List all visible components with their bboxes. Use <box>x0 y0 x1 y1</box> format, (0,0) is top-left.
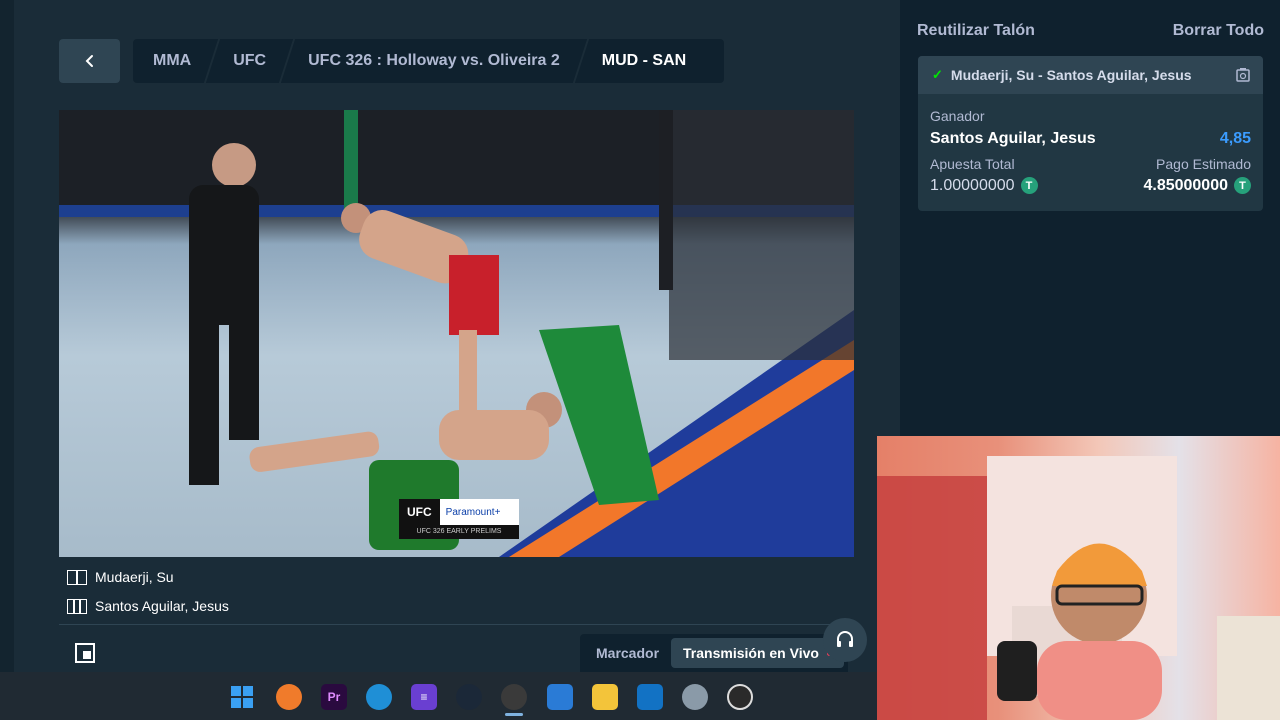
breadcrumb: MMA UFC UFC 326 : Holloway vs. Oliveira … <box>133 39 725 83</box>
tab-live-label: Transmisión en Vivo <box>683 645 819 661</box>
check-icon: ✓ <box>932 67 943 82</box>
breadcrumb-item-match: MUD - SAN <box>601 52 687 69</box>
market-label: Ganador <box>930 108 985 124</box>
picture-in-picture-button[interactable] <box>74 642 96 664</box>
fighter-name: Santos Aguilar, Jesus <box>95 598 229 614</box>
usdt-coin-icon: T <box>1020 177 1038 195</box>
payout-amount: 4.85000000 T <box>1143 177 1251 195</box>
editor-icon[interactable]: ≡ <box>411 684 437 710</box>
outlook-icon[interactable] <box>637 684 663 710</box>
live-video-player[interactable]: UFC Paramount+ UFC 326 EARLY PRELIMS <box>59 110 854 557</box>
broadcast-overlay: UFC Paramount+ UFC 326 EARLY PRELIMS <box>399 499 519 539</box>
remove-bet-icon[interactable] <box>1235 67 1251 83</box>
reuse-slip-button[interactable]: Reutilizar Talón <box>917 22 1035 40</box>
breadcrumb-item-event[interactable]: UFC 326 : Holloway vs. Oliveira 2 <box>288 52 580 70</box>
tab-scoreboard[interactable]: Marcador <box>584 638 671 668</box>
bet-card: ✓ Mudaerji, Su - Santos Aguilar, Jesus G… <box>918 56 1263 211</box>
webcam-frame <box>877 456 1280 720</box>
breadcrumb-item-league[interactable]: UFC <box>213 52 286 70</box>
stream-tabs: Marcador Transmisión en Vivo <box>580 634 848 672</box>
sidebar-edge <box>0 0 14 672</box>
webcam-overlay <box>877 436 1280 720</box>
file-explorer-icon[interactable] <box>592 684 618 710</box>
payout-value: 4.85000000 <box>1143 177 1228 194</box>
stake-amount: 1.00000000 T <box>930 177 1038 195</box>
settings-icon[interactable] <box>682 684 708 710</box>
divider <box>59 624 854 625</box>
fighter-home: Mudaerji, Su <box>67 569 174 585</box>
fl-studio-icon[interactable] <box>276 684 302 710</box>
fighter-away: Santos Aguilar, Jesus <box>67 598 229 614</box>
live-support-button[interactable] <box>823 618 867 662</box>
active-app-indicator <box>505 713 523 716</box>
video-frame <box>59 110 854 557</box>
edge-icon[interactable] <box>366 684 392 710</box>
usdt-coin-icon: T <box>1234 177 1251 195</box>
stake-label: Apuesta Total <box>930 156 1015 172</box>
fighter-name: Mudaerji, Su <box>95 569 174 585</box>
picture-in-picture-icon <box>75 643 95 663</box>
ufc-logo: UFC <box>399 499 440 525</box>
odds-value: 4,85 <box>1219 130 1251 147</box>
premiere-pro-icon[interactable]: Pr <box>321 684 347 710</box>
paramount-logo: Paramount+ <box>445 506 501 518</box>
payout-label: Pago Estimado <box>1156 156 1251 172</box>
kit-icon <box>67 569 87 585</box>
breadcrumb-item-sport[interactable]: MMA <box>133 52 211 70</box>
back-button[interactable] <box>59 39 120 83</box>
browser-icon[interactable] <box>501 684 527 710</box>
tab-live-stream[interactable]: Transmisión en Vivo <box>671 638 844 668</box>
steam-icon[interactable] <box>456 684 482 710</box>
broadcast-caption: UFC 326 EARLY PRELIMS <box>399 525 519 539</box>
selection-name: Santos Aguilar, Jesus <box>930 130 1096 147</box>
kit-icon <box>67 598 87 614</box>
headset-icon <box>837 631 853 647</box>
chevron-left-icon <box>85 55 93 67</box>
stake-value: 1.00000000 <box>930 177 1015 194</box>
bet-event: Mudaerji, Su - Santos Aguilar, Jesus <box>950 67 1192 83</box>
obs-icon[interactable] <box>727 684 753 710</box>
bet-card-header: ✓ Mudaerji, Su - Santos Aguilar, Jesus <box>918 56 1263 94</box>
store-icon[interactable] <box>547 684 573 710</box>
clear-all-button[interactable]: Borrar Todo <box>1173 22 1264 40</box>
windows-start-icon[interactable] <box>229 684 255 710</box>
